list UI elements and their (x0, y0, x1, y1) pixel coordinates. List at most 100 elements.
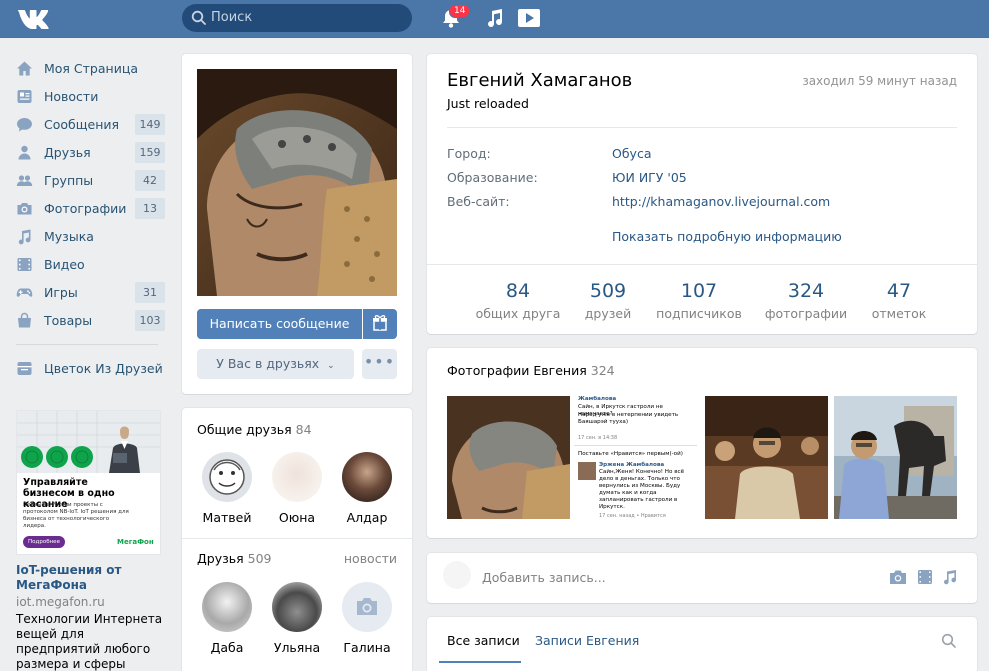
photo-thumbnail[interactable] (447, 396, 570, 519)
music-icon[interactable] (941, 569, 959, 585)
post-input[interactable]: Добавить запись... (482, 570, 606, 585)
counter-mutual[interactable]: 84 общих друга (468, 280, 568, 321)
photos-count: 13 (135, 198, 165, 219)
search-icon (191, 10, 206, 25)
profile-photo-card: Написать сообщение У Вас в друзьях ⌄ ••• (182, 54, 412, 394)
chevron-down-icon: ⌄ (327, 361, 335, 371)
music-icon[interactable] (486, 8, 504, 28)
nav-item-app-flower[interactable]: Цветок Из Друзей (16, 354, 168, 382)
nav-label: Цветок Из Друзей (44, 361, 163, 376)
nav-item-my-page[interactable]: Моя Страница (16, 54, 168, 82)
wall-tabs: Все записи Записи Евгения (427, 617, 977, 671)
gift-button[interactable] (363, 309, 397, 339)
friends-count: 159 (135, 142, 165, 163)
friend-tile[interactable]: Галина (335, 582, 399, 655)
messages-count: 149 (135, 114, 165, 135)
ad-image-subtext: Первые в России проекты с протоколом NB-… (23, 502, 129, 529)
nav-item-video[interactable]: Видео (16, 250, 168, 278)
friend-tile[interactable]: Матвей (195, 452, 259, 525)
search-placeholder: Поиск (211, 10, 253, 25)
tab-owner-posts[interactable]: Записи Евгения (535, 633, 639, 648)
friend-tile[interactable]: Ульяна (265, 582, 329, 655)
avatar (202, 452, 252, 502)
info-value[interactable]: ЮИ ИГУ '05 (612, 170, 687, 185)
top-bar: Поиск 14 (0, 0, 989, 38)
nav-label: Группы (44, 173, 94, 188)
left-nav: Моя Страница Новости Сообщения 149 Друзь… (16, 54, 168, 382)
search-input[interactable]: Поиск (182, 4, 412, 32)
friend-name: Матвей (202, 510, 252, 525)
play-icon[interactable] (517, 8, 541, 28)
info-label: Веб-сайт: (447, 194, 510, 209)
friend-tile[interactable]: Даба (195, 582, 259, 655)
chat-time: 17 сен. назад • Нравится (599, 513, 666, 519)
mutual-friends-header[interactable]: Общие друзья 84 (197, 422, 312, 437)
counter-photos[interactable]: 324 фотографии (756, 280, 856, 321)
photo-thumbnail[interactable]: Жамбалова Сайн, в Иркутск гастроли не на… (574, 396, 697, 519)
friend-name: Галина (343, 640, 391, 655)
vk-logo-icon[interactable] (16, 7, 50, 29)
ad-image[interactable]: Управляйте бизнесом в одно касание Первы… (16, 410, 161, 555)
counter-followers[interactable]: 107 подписчиков (649, 280, 749, 321)
avatar (272, 582, 322, 632)
advertisement[interactable]: Управляйте бизнесом в одно касание Первы… (16, 410, 166, 671)
write-message-button[interactable]: Написать сообщение (197, 309, 362, 339)
info-value[interactable]: http://khamaganov.livejournal.com (612, 194, 830, 209)
nav-item-music[interactable]: Музыка (16, 222, 168, 250)
profile-avatar[interactable] (197, 69, 397, 296)
counter-label: общих друга (475, 306, 561, 321)
ad-domain[interactable]: iot.megafon.ru (16, 595, 166, 609)
chat-avatar (578, 462, 596, 480)
nav-item-goods[interactable]: Товары 103 (16, 306, 168, 334)
counter-friends[interactable]: 509 друзей (558, 280, 658, 321)
nav-item-friends[interactable]: Друзья 159 (16, 138, 168, 166)
nav-label: Музыка (44, 229, 94, 244)
ad-text: Технологии Интернета вещей для предприят… (16, 612, 163, 671)
chat-message: Сайн,Женя! Конечно! Но всё дело в деньга… (599, 469, 685, 510)
mutual-friends-title: Общие друзья (197, 422, 292, 437)
friend-status-dropdown[interactable]: У Вас в друзьях ⌄ (197, 349, 354, 379)
info-value[interactable]: Обуса (612, 146, 651, 161)
chat-name: Жамбалова (578, 396, 617, 402)
nav-item-messages[interactable]: Сообщения 149 (16, 110, 168, 138)
friend-tile[interactable]: Оюна (265, 452, 329, 525)
friends-card: Общие друзья 84 Матвей Оюна Алдар Друзья 5… (182, 408, 412, 671)
search-icon[interactable] (941, 633, 957, 649)
friends-icon (18, 145, 31, 160)
counter-value: 84 (505, 280, 531, 302)
counter-tags[interactable]: 47 отметок (849, 280, 949, 321)
friend-tile[interactable]: Алдар (335, 452, 399, 525)
ad-title[interactable]: IoT-решения от МегаФона (16, 563, 166, 593)
friend-name: Даба (210, 640, 244, 655)
profile-status[interactable]: Just reloaded (447, 96, 529, 111)
friend-name: Алдар (346, 510, 388, 525)
nav-item-photos[interactable]: Фотографии 13 (16, 194, 168, 222)
info-row-website: Веб-сайт: http://khamaganov.livejournal.c… (447, 194, 830, 209)
nav-item-news[interactable]: Новости (16, 82, 168, 110)
chat-message: Народ уже в нетерпении увидеть Баяшарэй … (578, 412, 679, 425)
photo-thumbnail[interactable] (834, 396, 957, 519)
friends-header[interactable]: Друзья 509 (197, 551, 272, 566)
photos-title: Фотографии Евгения (447, 363, 587, 378)
photo-thumbnail[interactable] (705, 396, 828, 519)
nav-item-groups[interactable]: Группы 42 (16, 166, 168, 194)
show-details-link[interactable]: Показать подробную информацию (612, 229, 842, 244)
ad-image-brand: МегаФон (117, 538, 154, 546)
friends-news-link[interactable]: новости (344, 551, 397, 566)
tab-all-posts[interactable]: Все записи (447, 633, 520, 648)
counter-label: отметок (871, 306, 927, 321)
photos-header[interactable]: Фотографии Евгения 324 (447, 363, 615, 378)
more-actions-button[interactable]: ••• (362, 349, 397, 379)
app-icon (17, 362, 32, 375)
counter-value: 509 (589, 280, 627, 302)
camera-icon[interactable] (889, 569, 907, 585)
video-icon[interactable] (916, 569, 934, 585)
profile-name: Евгений Хамаганов (447, 70, 633, 91)
counter-label: друзей (584, 306, 632, 321)
nav-item-games[interactable]: Игры 31 (16, 278, 168, 306)
nav-label: Видео (44, 257, 85, 272)
nav-label: Сообщения (44, 117, 120, 132)
camera-icon (17, 203, 32, 215)
counter-label: фотографии (764, 306, 848, 321)
camera-icon (357, 598, 377, 615)
